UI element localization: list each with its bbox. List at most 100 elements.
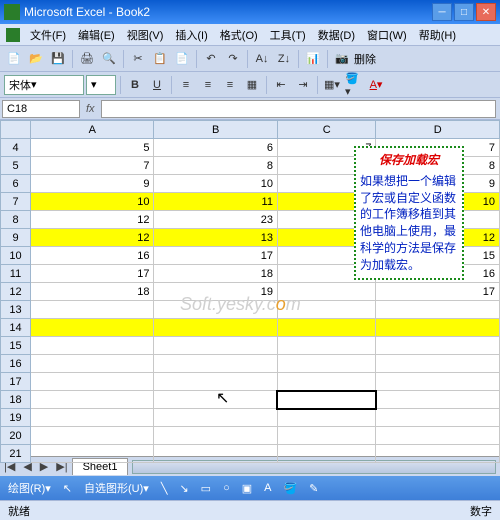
cell[interactable]: 8 (154, 157, 277, 175)
cell[interactable] (277, 391, 376, 409)
line-color-icon[interactable]: ✎ (305, 482, 322, 495)
cell[interactable]: 12 (31, 211, 154, 229)
borders-icon[interactable]: ▦▾ (322, 75, 342, 95)
autoshapes-menu[interactable]: 自选图形(U)▾ (80, 480, 153, 496)
cell[interactable] (376, 409, 500, 427)
cell[interactable]: 10 (154, 175, 277, 193)
fill-color-icon[interactable]: 🪣▾ (344, 75, 364, 95)
cell[interactable] (154, 445, 277, 463)
open-icon[interactable]: 📂 (26, 49, 46, 69)
cell[interactable] (376, 373, 500, 391)
cell[interactable]: 23 (154, 211, 277, 229)
indent-dec-icon[interactable]: ⇤ (271, 75, 291, 95)
sort-desc-icon[interactable]: Z↓ (274, 49, 294, 69)
cell[interactable] (277, 409, 376, 427)
cell[interactable] (277, 373, 376, 391)
cell[interactable]: 10 (31, 193, 154, 211)
select-all[interactable] (1, 121, 31, 139)
cell[interactable]: 7 (31, 157, 154, 175)
cell[interactable]: 5 (31, 139, 154, 157)
cell[interactable] (376, 301, 500, 319)
cell[interactable] (31, 373, 154, 391)
row-header[interactable]: 17 (1, 373, 31, 391)
cell[interactable] (154, 409, 277, 427)
cell[interactable]: 16 (31, 247, 154, 265)
textbox-icon[interactable]: ▣ (238, 482, 256, 495)
row-header[interactable]: 4 (1, 139, 31, 157)
cell[interactable] (277, 319, 376, 337)
cell[interactable]: 9 (31, 175, 154, 193)
row-header[interactable]: 15 (1, 337, 31, 355)
new-icon[interactable]: 📄 (4, 49, 24, 69)
cell[interactable] (376, 337, 500, 355)
cell[interactable] (31, 337, 154, 355)
arrow-icon[interactable]: ↘ (175, 482, 192, 495)
formula-input[interactable] (101, 100, 496, 118)
cell[interactable] (31, 427, 154, 445)
cell[interactable] (376, 319, 500, 337)
cell[interactable] (31, 301, 154, 319)
cell[interactable] (31, 355, 154, 373)
col-header[interactable]: A (31, 121, 154, 139)
cell[interactable] (277, 283, 376, 301)
row-header[interactable]: 18 (1, 391, 31, 409)
cell[interactable] (31, 409, 154, 427)
cell[interactable] (277, 427, 376, 445)
row-header[interactable]: 14 (1, 319, 31, 337)
menu-file[interactable]: 文件(F) (30, 27, 66, 43)
cell[interactable] (31, 445, 154, 463)
cell[interactable] (277, 355, 376, 373)
camera-icon[interactable]: 📷 (332, 49, 352, 69)
cell[interactable] (31, 391, 154, 409)
row-header[interactable]: 11 (1, 265, 31, 283)
cell[interactable] (277, 337, 376, 355)
bold-icon[interactable]: B (125, 75, 145, 95)
cell[interactable]: 6 (154, 139, 277, 157)
cell[interactable] (376, 355, 500, 373)
row-header[interactable]: 19 (1, 409, 31, 427)
menu-window[interactable]: 窗口(W) (367, 27, 407, 43)
chart-icon[interactable]: 📊 (303, 49, 323, 69)
font-name-select[interactable]: 宋体 ▾ (4, 75, 84, 95)
wordart-icon[interactable]: A (260, 482, 275, 494)
col-header[interactable]: D (376, 121, 500, 139)
row-header[interactable]: 6 (1, 175, 31, 193)
line-icon[interactable]: ╲ (157, 482, 172, 495)
rect-icon[interactable]: ▭ (197, 482, 215, 495)
font-size-select[interactable]: ▾ (86, 75, 116, 95)
copy-icon[interactable]: 📋 (150, 49, 170, 69)
cell[interactable] (277, 301, 376, 319)
cell[interactable] (154, 355, 277, 373)
row-header[interactable]: 12 (1, 283, 31, 301)
redo-icon[interactable]: ↷ (223, 49, 243, 69)
cell[interactable]: 12 (31, 229, 154, 247)
cell[interactable]: 17 (376, 283, 500, 301)
merge-icon[interactable]: ▦ (242, 75, 262, 95)
cell[interactable]: 19 (154, 283, 277, 301)
col-header[interactable]: C (277, 121, 376, 139)
row-header[interactable]: 9 (1, 229, 31, 247)
paste-icon[interactable]: 📄 (172, 49, 192, 69)
row-header[interactable]: 16 (1, 355, 31, 373)
menu-tools[interactable]: 工具(T) (270, 27, 306, 43)
worksheet-grid[interactable]: ABCD456775789869109710111081223912131210… (0, 120, 500, 456)
align-left-icon[interactable]: ≡ (176, 75, 196, 95)
menu-data[interactable]: 数据(D) (318, 27, 355, 43)
maximize-button[interactable]: □ (454, 3, 474, 21)
align-right-icon[interactable]: ≡ (220, 75, 240, 95)
row-header[interactable]: 13 (1, 301, 31, 319)
draw-menu[interactable]: 绘图(R)▾ (4, 480, 55, 496)
cell[interactable]: 18 (31, 283, 154, 301)
cell[interactable] (154, 337, 277, 355)
cell[interactable]: 13 (154, 229, 277, 247)
cell[interactable] (376, 427, 500, 445)
indent-inc-icon[interactable]: ⇥ (293, 75, 313, 95)
oval-icon[interactable]: ○ (219, 482, 234, 494)
name-box[interactable]: C18 (2, 100, 80, 118)
underline-icon[interactable]: U (147, 75, 167, 95)
align-center-icon[interactable]: ≡ (198, 75, 218, 95)
cell[interactable]: 18 (154, 265, 277, 283)
row-header[interactable]: 5 (1, 157, 31, 175)
sort-asc-icon[interactable]: A↓ (252, 49, 272, 69)
cut-icon[interactable]: ✂ (128, 49, 148, 69)
